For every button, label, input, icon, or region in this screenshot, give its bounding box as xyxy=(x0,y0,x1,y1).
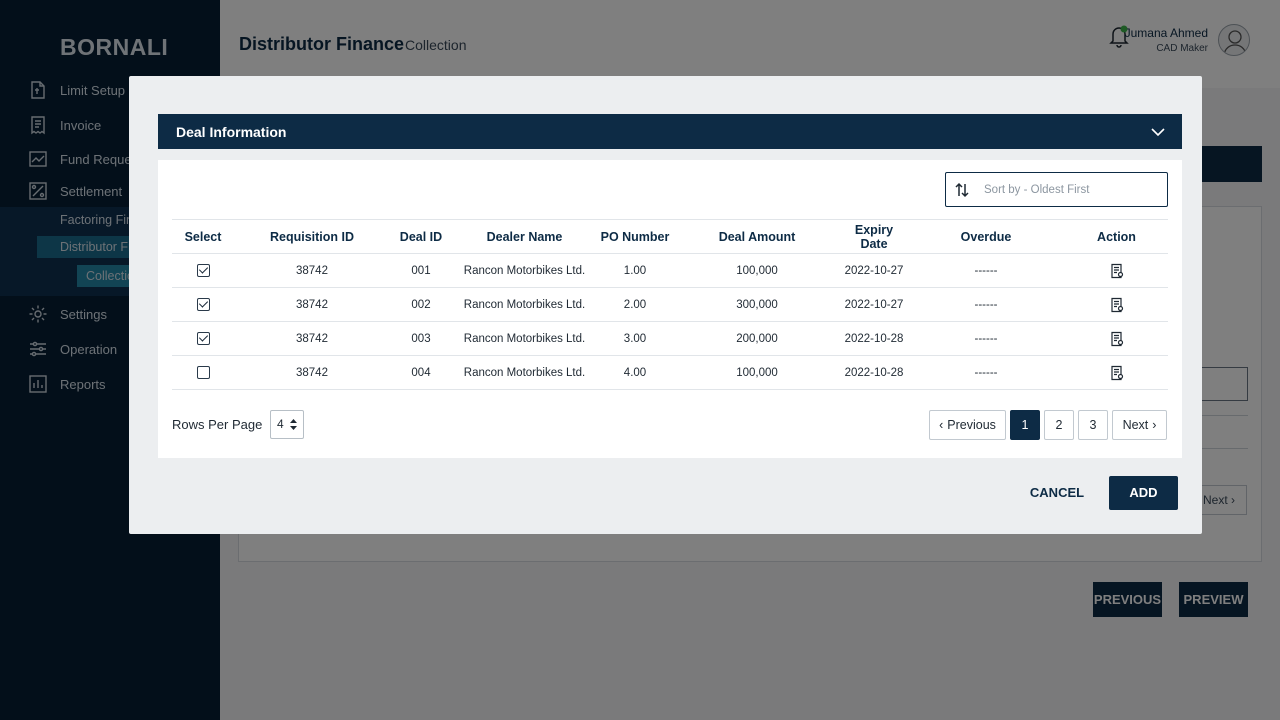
chevron-down-icon[interactable] xyxy=(1150,124,1166,140)
pagination-page-1[interactable]: 1 xyxy=(1010,410,1040,440)
column-header-dealer-name[interactable]: Dealer Name xyxy=(452,219,597,254)
chevron-left-icon: ‹ xyxy=(939,418,944,432)
expiry-date-cell: 2022-10-27 xyxy=(841,287,907,322)
column-header-select: Select xyxy=(172,219,234,254)
expiry-date-cell: 2022-10-28 xyxy=(841,321,907,356)
table-row: 38742 003 Rancon Motorbikes Ltd. 3.00 20… xyxy=(172,321,1168,356)
deal-amount-cell: 100,000 xyxy=(673,355,841,390)
view-details-icon[interactable] xyxy=(1109,263,1125,279)
dealer-name-cell: Rancon Motorbikes Ltd. xyxy=(452,253,597,288)
view-details-icon[interactable] xyxy=(1109,331,1125,347)
rows-per-page-select[interactable]: 4 xyxy=(270,410,304,439)
row-checkbox[interactable] xyxy=(196,366,210,379)
sort-placeholder: Sort by - Oldest First xyxy=(984,183,1090,196)
deal-amount-cell: 100,000 xyxy=(673,253,841,288)
deal-id-cell: 001 xyxy=(390,253,452,288)
po-number-cell: 3.00 xyxy=(597,321,673,356)
deal-information-modal: Deal Information Sort by - Oldest First … xyxy=(129,76,1202,534)
deal-amount-cell: 300,000 xyxy=(673,287,841,322)
overdue-cell: ------ xyxy=(907,253,1065,288)
dealer-name-cell: Rancon Motorbikes Ltd. xyxy=(452,287,597,322)
table-header-row: Select Requisition ID Deal ID Dealer Nam… xyxy=(172,219,1168,254)
pagination-next-button[interactable]: Next › xyxy=(1112,410,1167,440)
section-title: Deal Information xyxy=(176,124,287,140)
pagination-previous-label: Previous xyxy=(947,418,996,432)
pagination-page-3[interactable]: 3 xyxy=(1078,410,1108,440)
column-header-overdue[interactable]: Overdue xyxy=(907,219,1065,254)
add-button[interactable]: ADD xyxy=(1109,476,1178,510)
requisition-id-cell: 38742 xyxy=(234,253,390,288)
pagination-next-label: Next xyxy=(1122,418,1149,432)
deal-id-cell: 003 xyxy=(390,321,452,356)
sort-dropdown[interactable]: Sort by - Oldest First xyxy=(945,172,1168,207)
deal-table: Select Requisition ID Deal ID Dealer Nam… xyxy=(172,219,1168,390)
column-header-requisition-id[interactable]: Requisition ID xyxy=(234,219,390,254)
chevron-right-icon: › xyxy=(1152,418,1157,432)
sort-icon xyxy=(955,182,969,197)
deal-id-cell: 004 xyxy=(390,355,452,390)
dealer-name-cell: Rancon Motorbikes Ltd. xyxy=(452,321,597,356)
rows-per-page-label: Rows Per Page xyxy=(172,417,263,432)
table-row: 38742 002 Rancon Motorbikes Ltd. 2.00 30… xyxy=(172,287,1168,322)
expiry-date-cell: 2022-10-27 xyxy=(841,253,907,288)
column-header-expiry-date[interactable]: Expiry Date xyxy=(841,219,907,254)
deal-table-panel: Sort by - Oldest First Select Requisitio… xyxy=(158,160,1182,458)
overdue-cell: ------ xyxy=(907,287,1065,322)
deal-id-cell: 002 xyxy=(390,287,452,322)
row-checkbox[interactable] xyxy=(196,264,210,277)
column-header-po-number[interactable]: PO Number xyxy=(597,219,673,254)
column-header-action: Action xyxy=(1065,219,1168,254)
row-checkbox[interactable] xyxy=(196,298,210,311)
expiry-date-cell: 2022-10-28 xyxy=(841,355,907,390)
requisition-id-cell: 38742 xyxy=(234,321,390,356)
view-details-icon[interactable] xyxy=(1109,297,1125,313)
table-row: 38742 001 Rancon Motorbikes Ltd. 1.00 10… xyxy=(172,253,1168,288)
requisition-id-cell: 38742 xyxy=(234,355,390,390)
rows-per-page-value: 4 xyxy=(277,417,284,431)
requisition-id-cell: 38742 xyxy=(234,287,390,322)
table-row: 38742 004 Rancon Motorbikes Ltd. 4.00 10… xyxy=(172,355,1168,390)
pagination-page-2[interactable]: 2 xyxy=(1044,410,1074,440)
deal-information-accordion-header[interactable]: Deal Information xyxy=(158,114,1182,149)
row-checkbox[interactable] xyxy=(196,332,210,345)
dealer-name-cell: Rancon Motorbikes Ltd. xyxy=(452,355,597,390)
column-header-deal-amount[interactable]: Deal Amount xyxy=(673,219,841,254)
column-header-deal-id[interactable]: Deal ID xyxy=(390,219,452,254)
po-number-cell: 1.00 xyxy=(597,253,673,288)
cancel-button[interactable]: CANCEL xyxy=(1019,476,1095,509)
po-number-cell: 2.00 xyxy=(597,287,673,322)
pagination-previous-button[interactable]: ‹ Previous xyxy=(929,410,1006,440)
overdue-cell: ------ xyxy=(907,321,1065,356)
deal-amount-cell: 200,000 xyxy=(673,321,841,356)
view-details-icon[interactable] xyxy=(1109,365,1125,381)
po-number-cell: 4.00 xyxy=(597,355,673,390)
stepper-arrows-icon xyxy=(290,419,297,430)
overdue-cell: ------ xyxy=(907,355,1065,390)
